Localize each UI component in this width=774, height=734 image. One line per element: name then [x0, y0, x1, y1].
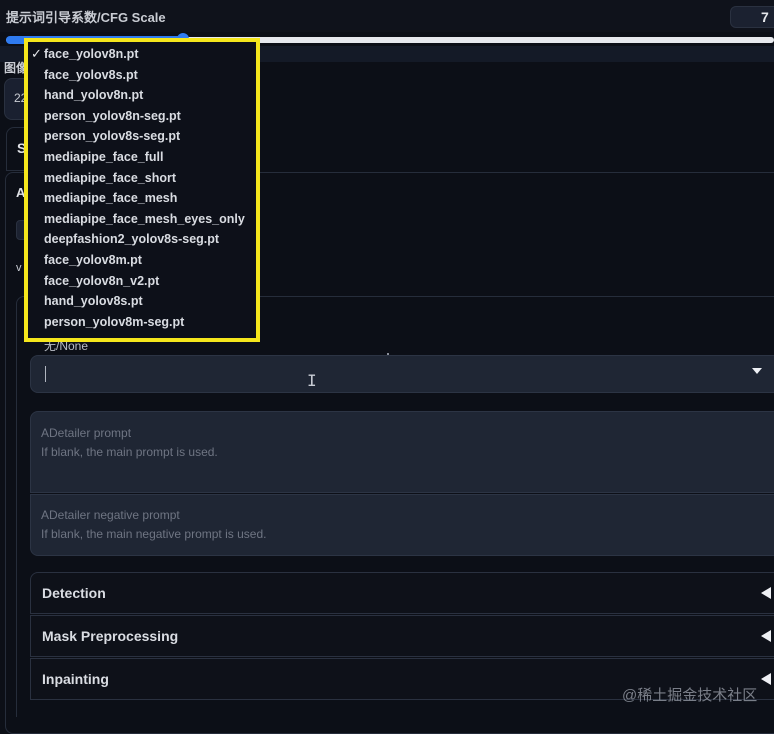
adetailer-negative-prompt-placeholder: If blank, the main negative prompt is us… — [41, 527, 267, 541]
adetailer-prompt-label: ADetailer prompt — [41, 426, 132, 440]
text-cursor-icon: I — [307, 371, 317, 390]
cfg-scale-number-input[interactable]: 7 — [730, 6, 774, 28]
dropdown-option[interactable]: face_yolov8n.pt — [44, 47, 138, 61]
accordion-label: Inpainting — [42, 671, 109, 687]
dropdown-option[interactable]: hand_yolov8n.pt — [44, 88, 143, 102]
checkmark-icon: ✓ — [31, 46, 42, 61]
caret-left-icon — [761, 673, 771, 685]
chevron-down-icon[interactable] — [752, 368, 762, 374]
caret-left-icon — [761, 587, 771, 599]
dropdown-option[interactable]: person_yolov8m-seg.pt — [44, 315, 184, 329]
dropdown-option[interactable]: person_yolov8s-seg.pt — [44, 129, 180, 143]
dropdown-option[interactable]: hand_yolov8s.pt — [44, 294, 143, 308]
dropdown-option[interactable]: face_yolov8n_v2.pt — [44, 274, 159, 288]
cfg-scale-label: 提示词引导系数/CFG Scale — [6, 10, 166, 25]
dropdown-option[interactable]: mediapipe_face_full — [44, 150, 164, 164]
accordion-label: Mask Preprocessing — [42, 628, 179, 644]
model-dropdown[interactable] — [30, 355, 774, 393]
adetailer-prompt-textarea[interactable]: ADetailer prompt If blank, the main prom… — [30, 411, 774, 493]
version-label: v — [16, 262, 22, 274]
dropdown-option[interactable]: face_yolov8s.pt — [44, 68, 138, 82]
dropdown-option[interactable]: mediapipe_face_mesh — [44, 191, 177, 205]
dropdown-option[interactable]: face_yolov8m.pt — [44, 253, 142, 267]
dropdown-option[interactable]: deepfashion2_yolov8s-seg.pt — [44, 232, 219, 246]
dropdown-option[interactable]: mediapipe_face_mesh_eyes_only — [44, 212, 245, 226]
dropdown-option[interactable]: person_yolov8n-seg.pt — [44, 109, 181, 123]
watermark: @稀土掘金技术社区 — [622, 687, 758, 704]
adetailer-prompt-placeholder: If blank, the main prompt is used. — [41, 445, 218, 459]
caret-left-icon — [761, 630, 771, 642]
accordion-detection[interactable]: Detection — [30, 572, 774, 614]
adetailer-negative-prompt-label: ADetailer negative prompt — [41, 508, 180, 522]
adetailer-negative-prompt-textarea[interactable]: ADetailer negative prompt If blank, the … — [30, 494, 774, 556]
dropdown-option[interactable]: mediapipe_face_short — [44, 171, 176, 185]
text-caret — [45, 366, 46, 382]
model-dropdown-menu: ✓ face_yolov8n.pt face_yolov8s.pt hand_yolo… — [24, 38, 260, 342]
accordion-label: Detection — [42, 585, 106, 601]
accordion-mask-preprocessing[interactable]: Mask Preprocessing — [30, 615, 774, 657]
